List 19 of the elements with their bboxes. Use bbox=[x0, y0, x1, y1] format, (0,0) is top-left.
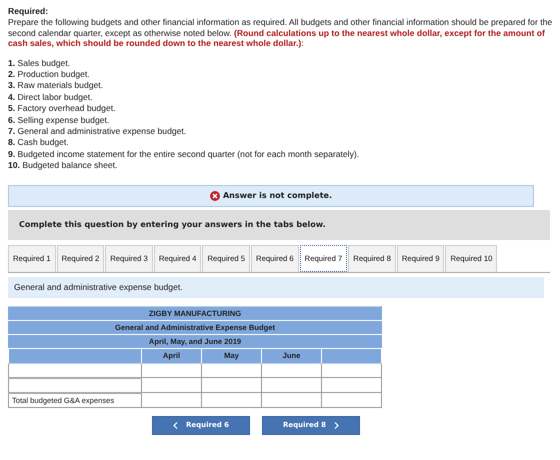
chevron-right-icon bbox=[334, 422, 340, 429]
list-item: 9. Budgeted income statement for the entire second quarter (not for each month separately). bbox=[8, 148, 360, 160]
list-item: 1. Sales budget. bbox=[8, 58, 72, 69]
list-item: 7. General and administrative expense budget. bbox=[8, 126, 188, 138]
list-item: 5. Factory overhead budget. bbox=[8, 103, 116, 115]
instructions-text: Prepare the following budgets and other financial information as required. All budgets and other financial information should be prepared for the second calendar quarter, except as otherwise noted below. (Round calculations up to the nearest whole dollar, except for the amount of cash sales, which should be rounded down to the nearest whole dollar.): bbox=[8, 17, 553, 48]
heading: Required: bbox=[8, 6, 50, 17]
alert-text: Answer is not complete. bbox=[222, 191, 332, 200]
list-item: 6. Selling expense budget. bbox=[8, 114, 110, 126]
error-icon bbox=[210, 190, 220, 201]
list-item: 4. Direct labor budget. bbox=[8, 92, 94, 104]
chevron-left-icon bbox=[172, 422, 178, 429]
list-item: 2. Production budget. bbox=[8, 68, 91, 80]
header-cell bbox=[322, 348, 382, 364]
list-item: 8. Cash budget. bbox=[8, 137, 70, 149]
instruction-text: Complete this question by entering your answers in the tabs below. bbox=[19, 220, 326, 230]
list-item: 3. Raw materials budget. bbox=[8, 80, 104, 92]
prompt-text: General and administrative expense budget. bbox=[14, 282, 183, 292]
list-item: 10. Budgeted balance sheet. bbox=[8, 160, 118, 172]
